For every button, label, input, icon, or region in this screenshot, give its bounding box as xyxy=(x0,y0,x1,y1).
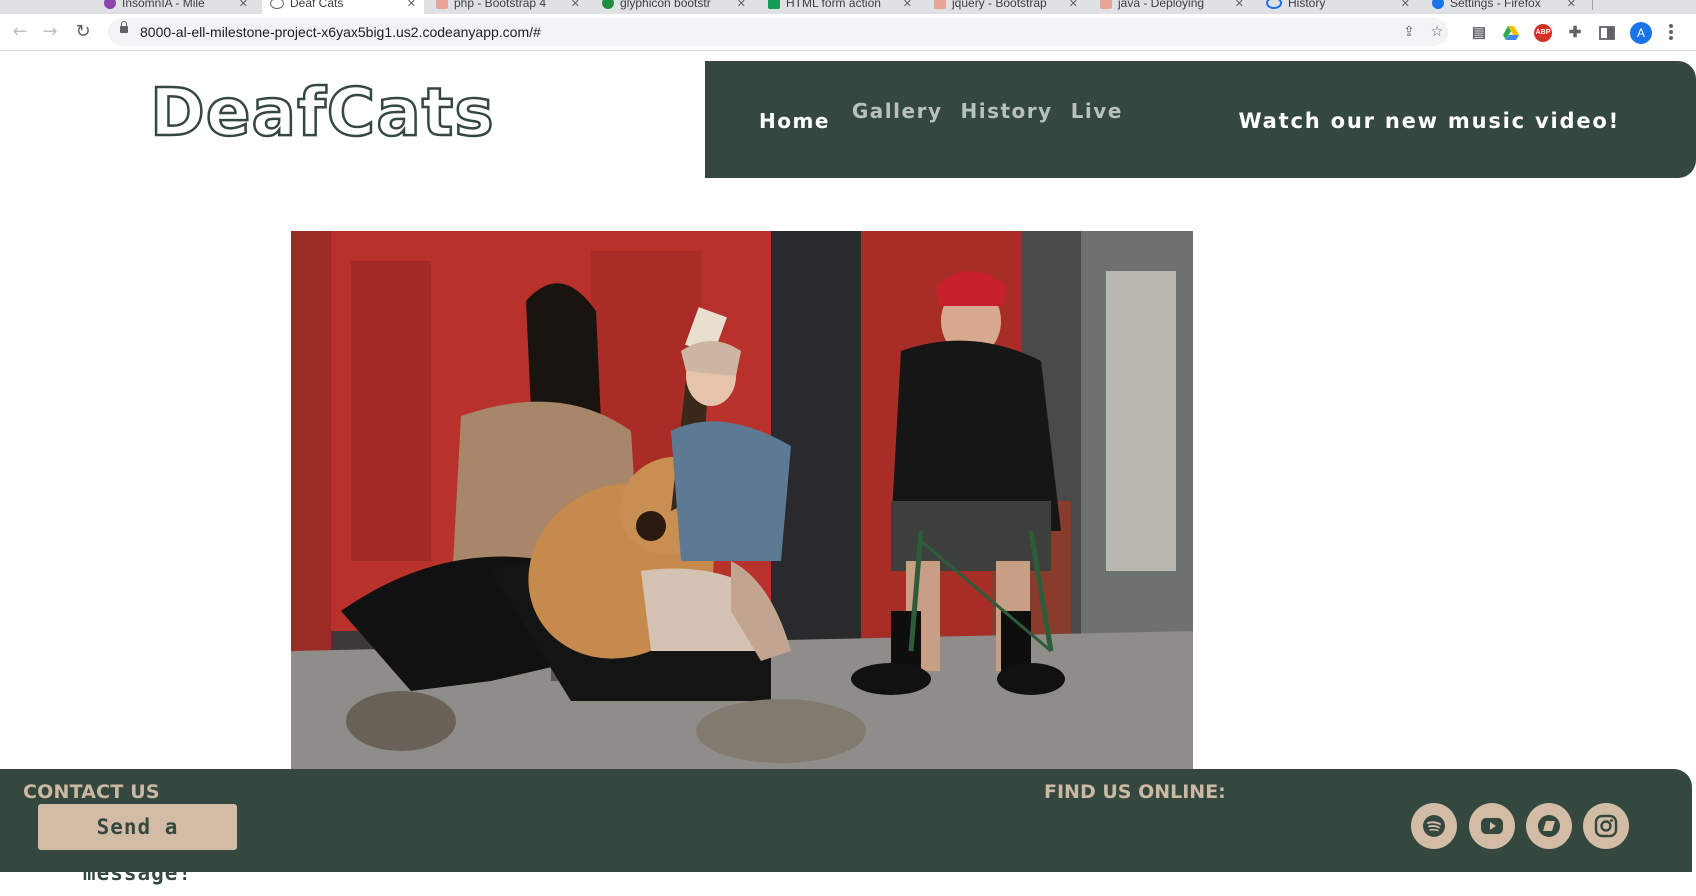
send-message-button[interactable]: Send a message! xyxy=(38,804,237,885)
close-icon[interactable]: ✕ xyxy=(1069,0,1078,10)
browser-tab[interactable]: HTML form action ✕ xyxy=(760,0,920,14)
contact-title: CONTACT US xyxy=(23,781,160,803)
puzzle-icon[interactable]: ✚ xyxy=(1566,24,1584,42)
tab-label: glyphicon bootstr xyxy=(620,0,711,10)
close-icon[interactable]: ✕ xyxy=(571,0,580,10)
site-footer: CONTACT US Send a message! FIND US ONLIN… xyxy=(0,769,1692,885)
tab-label: java - Deploying xyxy=(1118,0,1205,10)
tab-separator xyxy=(1592,0,1593,10)
tab-label: jquery - Bootstrap xyxy=(952,0,1047,10)
nav-link-gallery[interactable]: Gallery xyxy=(852,99,943,133)
address-bar[interactable]: 8000-al-ell-milestone-project-x6yax5big1… xyxy=(108,18,1448,46)
forward-arrow-icon[interactable]: → xyxy=(38,21,62,43)
nav-links: Home Gallery History Live xyxy=(759,99,1141,133)
band-photo-illustration xyxy=(291,231,1193,769)
tab-label: Settings - Firefox xyxy=(1450,0,1541,10)
spotify-icon[interactable] xyxy=(1411,803,1457,849)
browser-tabstrip: InsomnIA - Mile ✕ Deaf Cats ✕ php - Boot… xyxy=(0,0,1696,14)
browser-tab[interactable]: java - Deploying ✕ xyxy=(1092,0,1252,14)
browser-tab[interactable]: InsomnIA - Mile ✕ xyxy=(96,0,256,14)
back-arrow-icon[interactable]: ← xyxy=(8,21,32,43)
reload-icon[interactable]: ↻ xyxy=(71,21,95,43)
close-icon[interactable]: ✕ xyxy=(1401,0,1410,10)
tab-label: php - Bootstrap 4 xyxy=(454,0,547,10)
youtube-icon[interactable] xyxy=(1469,803,1515,849)
tab-favicon xyxy=(1100,0,1112,9)
band-photo xyxy=(291,231,1193,769)
globe-icon xyxy=(270,0,284,9)
lock-icon xyxy=(120,21,128,33)
main-navbar: Home Gallery History Live Watch our new … xyxy=(705,61,1696,178)
close-icon[interactable]: ✕ xyxy=(903,0,912,10)
tab-favicon xyxy=(934,0,946,9)
tab-favicon xyxy=(768,0,780,9)
history-icon xyxy=(1266,0,1282,9)
browser-toolbar: ← → ↻ 8000-al-ell-milestone-project-x6ya… xyxy=(0,14,1696,51)
browser-tab[interactable]: php - Bootstrap 4 ✕ xyxy=(428,0,588,14)
reader-icon[interactable]: ▤ xyxy=(1470,24,1488,42)
kebab-menu-icon[interactable] xyxy=(1668,22,1674,44)
browser-tab[interactable]: jquery - Bootstrap ✕ xyxy=(926,0,1086,14)
nav-link-live[interactable]: Live xyxy=(1071,99,1123,133)
url-text: 8000-al-ell-milestone-project-x6yax5big1… xyxy=(140,24,541,40)
find-us-title: FIND US ONLINE: xyxy=(1044,781,1226,803)
tab-label: InsomnIA - Mile xyxy=(122,0,205,10)
browser-tab[interactable]: Settings - Firefox ✕ xyxy=(1424,0,1584,14)
bandcamp-icon[interactable] xyxy=(1526,803,1572,849)
tab-favicon xyxy=(436,0,448,9)
instagram-icon[interactable] xyxy=(1583,803,1629,849)
logo-text: DeafCats xyxy=(149,74,495,151)
tab-favicon xyxy=(602,0,614,9)
bookmark-star-icon[interactable]: ☆ xyxy=(1428,23,1446,41)
tab-favicon xyxy=(104,0,116,9)
nav-link-home[interactable]: Home xyxy=(759,109,830,133)
nav-link-history[interactable]: History xyxy=(960,99,1052,133)
share-icon[interactable]: ⇪ xyxy=(1400,23,1418,41)
browser-tab[interactable]: glyphicon bootstr ✕ xyxy=(594,0,754,14)
close-icon[interactable]: ✕ xyxy=(239,0,248,10)
tab-label: HTML form action xyxy=(786,0,881,10)
close-icon[interactable]: ✕ xyxy=(1235,0,1244,10)
browser-tab[interactable]: History ✕ xyxy=(1258,0,1418,14)
music-video-link[interactable]: Watch our new music video! xyxy=(1238,109,1620,133)
close-icon[interactable]: ✕ xyxy=(1567,0,1576,10)
tab-label: History xyxy=(1288,0,1326,10)
google-drive-icon[interactable] xyxy=(1502,24,1520,42)
browser-tab-active[interactable]: Deaf Cats ✕ xyxy=(262,0,424,14)
sidebar-icon[interactable] xyxy=(1598,24,1616,42)
gear-icon xyxy=(1432,0,1444,9)
adblock-plus-icon[interactable]: ABP xyxy=(1534,24,1552,42)
profile-avatar[interactable]: A xyxy=(1630,22,1652,44)
close-icon[interactable]: ✕ xyxy=(407,0,416,10)
tab-label: Deaf Cats xyxy=(290,0,344,10)
site-logo[interactable]: DeafCats xyxy=(149,74,560,151)
close-icon[interactable]: ✕ xyxy=(737,0,746,10)
